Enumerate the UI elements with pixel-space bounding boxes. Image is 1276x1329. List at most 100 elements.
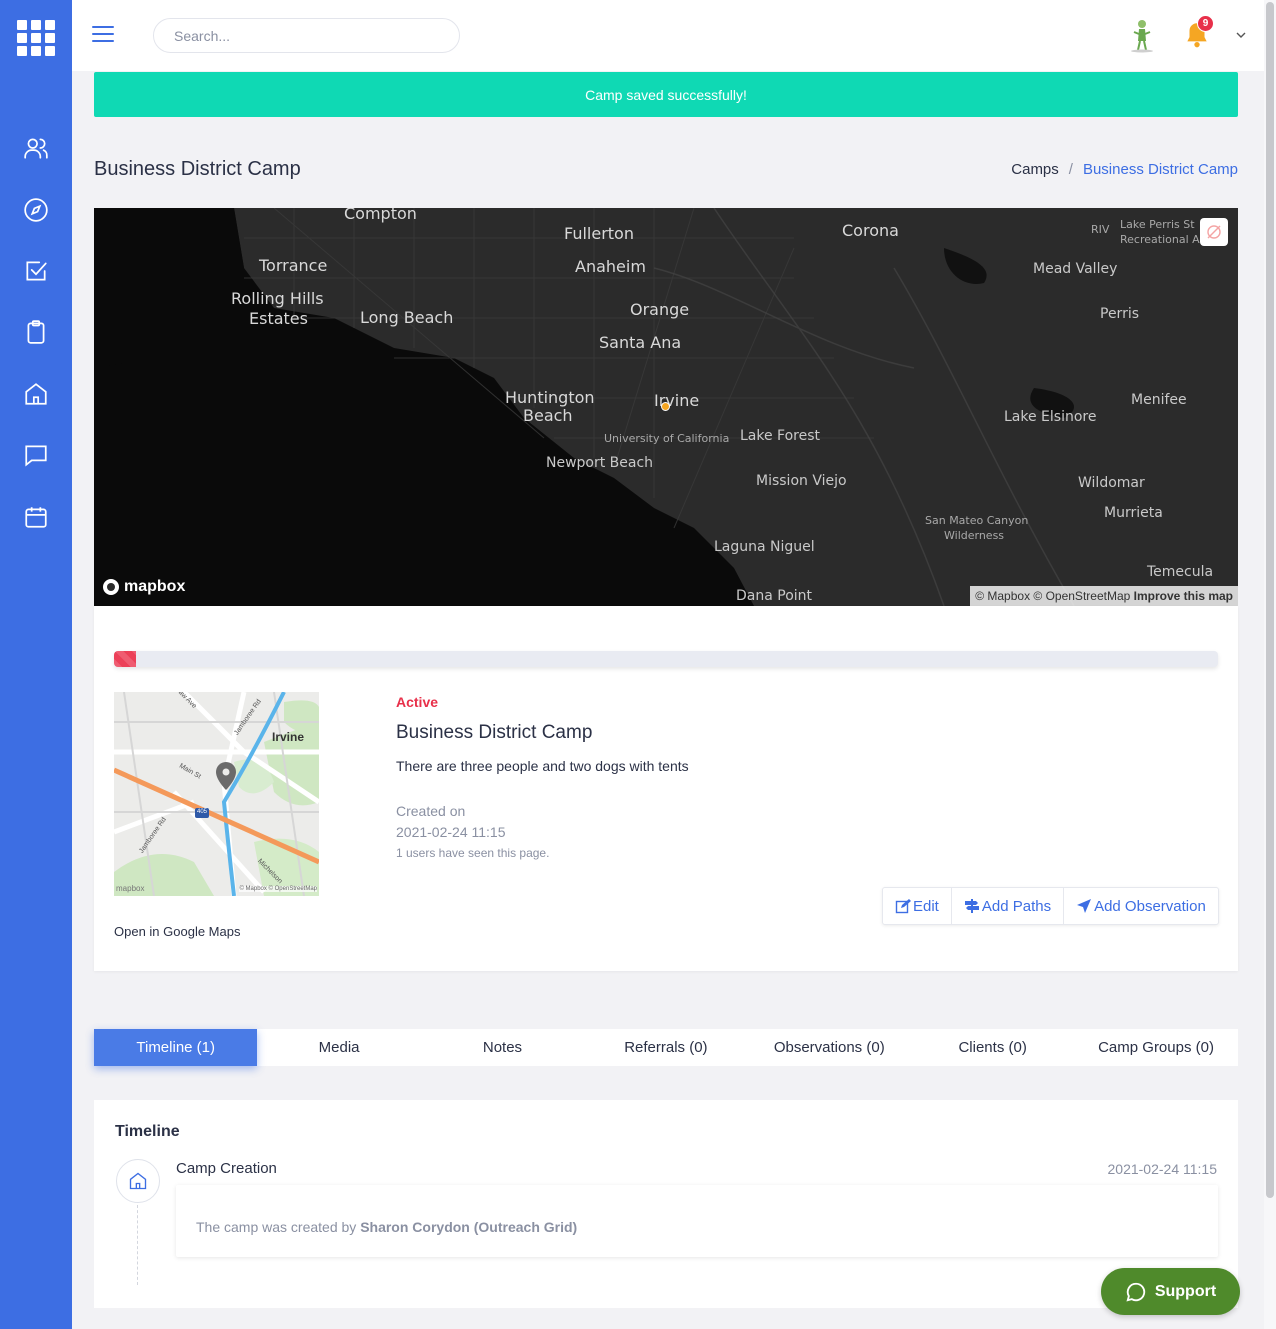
progress-fill — [114, 651, 137, 667]
camp-details-card: Irvine Jamboree Rd Jamboree Rd Main St M… — [94, 606, 1238, 971]
app-grid-icon[interactable] — [17, 20, 55, 56]
add-observation-button-label: Add Observation — [1094, 897, 1206, 915]
add-paths-button[interactable]: Add Paths — [952, 888, 1065, 924]
minimap-attribution: © Mapbox © OpenStreetMap — [239, 886, 317, 892]
add-observation-button[interactable]: Add Observation — [1064, 888, 1218, 924]
topbar: 9 — [72, 0, 1264, 71]
map-label: Rolling Hills — [231, 289, 324, 308]
map-label: Mead Valley — [1033, 261, 1118, 277]
breadcrumb: Camps / Business District Camp — [1011, 161, 1238, 178]
map-label: Menifee — [1131, 392, 1187, 408]
calendar-icon[interactable] — [22, 503, 50, 531]
breadcrumb-camps-link[interactable]: Camps — [1011, 161, 1059, 178]
add-paths-button-label: Add Paths — [981, 897, 1052, 915]
map-label: Huntington — [505, 388, 595, 407]
minimap-label: 405 — [197, 809, 208, 815]
camp-location-marker[interactable] — [661, 402, 670, 411]
created-date: 2021-02-24 11:15 — [396, 824, 506, 840]
camp-name: Business District Camp — [396, 722, 593, 743]
map-label: Wilderness — [944, 529, 1005, 542]
edit-button[interactable]: Edit — [883, 888, 952, 924]
timeline-card: Timeline Camp Creation 2021-02-24 11:15 … — [94, 1100, 1238, 1308]
improve-map-link[interactable]: Improve this map — [1134, 589, 1233, 603]
minimap-label: Irvine — [272, 730, 305, 744]
map-label: Newport Beach — [546, 455, 654, 471]
map-label: Temecula — [1147, 564, 1214, 580]
location-arrow-icon — [1077, 899, 1092, 913]
map-label: RIV — [1091, 223, 1110, 236]
map-label: Torrance — [259, 256, 328, 275]
map-label: Lake Elsinore — [1004, 409, 1097, 425]
page-scrollbar[interactable] — [1264, 0, 1276, 1329]
open-google-maps-link[interactable]: Open in Google Maps — [114, 924, 240, 939]
map-label: Mission Viejo — [756, 473, 847, 489]
seen-count: 1 users have seen this page. — [396, 846, 550, 860]
camp-minimap[interactable]: Irvine Jamboree Rd Jamboree Rd Main St M… — [114, 692, 319, 896]
map-label: Anaheim — [575, 257, 646, 276]
sidebar — [0, 0, 72, 1329]
camp-progress-bar — [114, 651, 1218, 667]
checkbox-icon[interactable] — [22, 257, 50, 285]
camp-creation-icon — [116, 1159, 160, 1203]
timeline-line — [137, 1205, 138, 1285]
map-attribution-text[interactable]: © Mapbox © OpenStreetMap — [975, 589, 1130, 603]
created-label: Created on — [396, 803, 466, 819]
map-label: Lake Perris St — [1120, 218, 1195, 231]
map-label: Laguna Niguel — [714, 539, 815, 555]
camp-description: There are three people and two dogs with… — [396, 758, 689, 774]
support-button[interactable]: Support — [1101, 1268, 1240, 1315]
compass-icon[interactable] — [22, 196, 50, 224]
home-icon[interactable] — [22, 380, 50, 408]
timeline-event-body: The camp was created by Sharon Corydon (… — [176, 1185, 1218, 1257]
mapbox-logo-text: mapbox — [124, 578, 186, 595]
edit-button-label: Edit — [913, 897, 939, 915]
map-attribution: © Mapbox © OpenStreetMap Improve this ma… — [970, 586, 1238, 606]
tab-observations[interactable]: Observations (0) — [748, 1029, 911, 1066]
map-label: Recreational A — [1120, 233, 1200, 246]
status-badge: Active — [396, 694, 439, 710]
timeline-title: Timeline — [115, 1123, 180, 1140]
page-title: Business District Camp — [94, 158, 301, 180]
menu-toggle-icon[interactable] — [92, 26, 114, 44]
users-icon[interactable] — [22, 134, 50, 162]
minimap-logo: mapbox — [116, 884, 145, 893]
tab-notes[interactable]: Notes — [421, 1029, 584, 1066]
tab-camp-groups[interactable]: Camp Groups (0) — [1074, 1029, 1237, 1066]
map-label: San Mateo Canyon — [925, 514, 1029, 527]
tab-referrals[interactable]: Referrals (0) — [584, 1029, 747, 1066]
chat-icon[interactable] — [22, 441, 50, 469]
camp-map[interactable]: Compton Fullerton Corona Torrance Anahei… — [94, 208, 1238, 606]
map-control-icon[interactable] — [1200, 218, 1228, 246]
map-label: Long Beach — [360, 308, 454, 327]
map-label: Murrieta — [1104, 505, 1163, 521]
camp-tabs: Timeline (1) Media Notes Referrals (0) O… — [94, 1029, 1238, 1066]
map-label: Estates — [249, 309, 308, 328]
tab-clients[interactable]: Clients (0) — [911, 1029, 1074, 1066]
mapbox-logo: mapbox — [102, 578, 185, 596]
map-label: Orange — [630, 300, 690, 319]
timeline-event-title: Camp Creation — [176, 1160, 277, 1177]
map-label: Lake Forest — [740, 428, 821, 444]
signpost-icon — [964, 899, 979, 913]
user-avatar[interactable] — [1128, 18, 1156, 54]
breadcrumb-current: Business District Camp — [1082, 161, 1238, 178]
tab-media[interactable]: Media — [257, 1029, 420, 1066]
support-button-label: Support — [1154, 1282, 1217, 1300]
map-label: Beach — [523, 406, 573, 425]
edit-icon — [895, 899, 911, 914]
chevron-down-icon[interactable] — [1234, 28, 1248, 42]
map-label: Dana Point — [736, 588, 813, 604]
map-label: Corona — [842, 221, 899, 240]
chat-bubble-icon — [1126, 1282, 1145, 1302]
search-input[interactable] — [153, 18, 460, 53]
clipboard-icon[interactable] — [22, 318, 50, 346]
timeline-event-text: The camp was created by — [196, 1219, 357, 1235]
timeline-event-author: Sharon Corydon (Outreach Grid) — [360, 1219, 578, 1235]
map-label: Compton — [344, 208, 417, 223]
notification-count-badge: 9 — [1197, 15, 1214, 32]
success-alert: Camp saved successfully! — [94, 72, 1238, 117]
map-label: Fullerton — [564, 224, 634, 243]
tab-timeline[interactable]: Timeline (1) — [94, 1029, 258, 1066]
camp-actions: Edit Add Paths Add Observation — [882, 887, 1219, 925]
map-label: Santa Ana — [599, 333, 682, 352]
